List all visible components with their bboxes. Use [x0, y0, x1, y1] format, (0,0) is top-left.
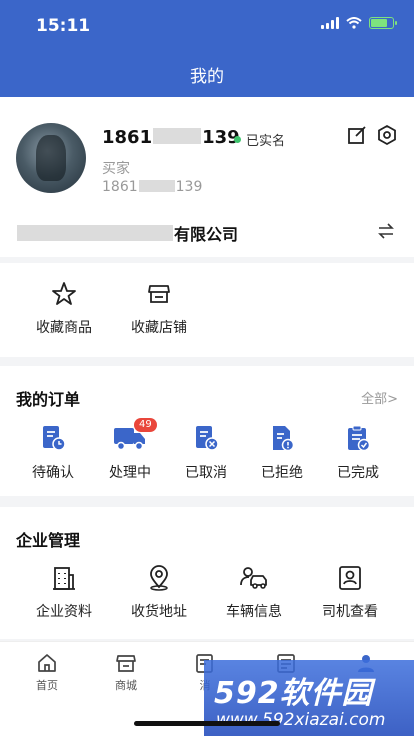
- order-completed-button[interactable]: 已完成: [310, 424, 406, 482]
- status-icons: [321, 17, 397, 29]
- enterprise-title: 企业管理: [16, 531, 81, 550]
- driver-badge-icon: [339, 566, 361, 590]
- user-role: 买家: [102, 161, 130, 177]
- masked-digits: [138, 180, 175, 192]
- verified-status: 已实名: [234, 130, 285, 149]
- watermark-url: www.592xiazai.com: [216, 710, 386, 730]
- account-phone: 1861 139: [102, 179, 203, 195]
- battery-icon: [369, 17, 397, 29]
- favorite-stores-button[interactable]: 收藏店铺: [111, 281, 207, 337]
- store-icon: [148, 285, 170, 303]
- app-header: 15:11 我的: [0, 0, 414, 97]
- wifi-icon: [346, 17, 362, 29]
- switch-company-icon[interactable]: [376, 221, 396, 241]
- star-icon: [52, 282, 76, 305]
- page-title: 我的: [190, 67, 224, 87]
- home-icon: [38, 654, 56, 672]
- orders-title: 我的订单: [16, 390, 81, 409]
- processing-count-badge: 49: [134, 418, 157, 432]
- orders-section: 我的订单 全部> 待确认 49 处理中 已取消 已拒绝 已完成: [0, 366, 414, 496]
- delivery-address-button[interactable]: 收货地址: [111, 565, 207, 621]
- avatar[interactable]: [16, 123, 86, 193]
- home-indicator: [134, 721, 280, 726]
- orders-view-all-link[interactable]: 全部>: [361, 388, 398, 407]
- favorites-section: 收藏商品 收藏店铺: [0, 263, 414, 357]
- tab-home[interactable]: 首页: [7, 652, 87, 693]
- enterprise-profile-button[interactable]: 企业资料: [16, 565, 112, 621]
- favorite-products-button[interactable]: 收藏商品: [16, 281, 112, 337]
- driver-view-button[interactable]: 司机查看: [302, 565, 398, 621]
- edit-icon[interactable]: [346, 124, 368, 146]
- tab-shop[interactable]: 商城: [86, 652, 166, 693]
- company-name: 有限公司: [16, 221, 238, 245]
- reject-doc-icon: [273, 426, 295, 452]
- watermark-title: 592软件园: [214, 676, 373, 711]
- cellular-signal-icon: [321, 17, 339, 29]
- building-icon: [53, 567, 75, 590]
- verified-dot-icon: [234, 136, 241, 143]
- masked-company-name: [17, 225, 173, 241]
- enterprise-section: 企业管理 企业资料 收货地址 车辆信息 司机查看: [0, 507, 414, 639]
- status-time: 15:11: [36, 16, 91, 36]
- location-icon: [150, 565, 168, 591]
- clipboard-check-icon: [348, 425, 371, 452]
- masked-digits: [153, 128, 202, 144]
- pending-doc-icon: [43, 426, 66, 451]
- vehicle-icon: [240, 567, 267, 589]
- shop-icon: [116, 655, 136, 672]
- profile-card: 1861 139 已实名 买家 1861 139 有限公司: [0, 97, 414, 257]
- vehicle-info-button[interactable]: 车辆信息: [206, 565, 302, 621]
- user-phone: 1861 139: [102, 127, 240, 148]
- cancel-doc-icon: [196, 426, 219, 451]
- settings-icon[interactable]: [376, 124, 398, 146]
